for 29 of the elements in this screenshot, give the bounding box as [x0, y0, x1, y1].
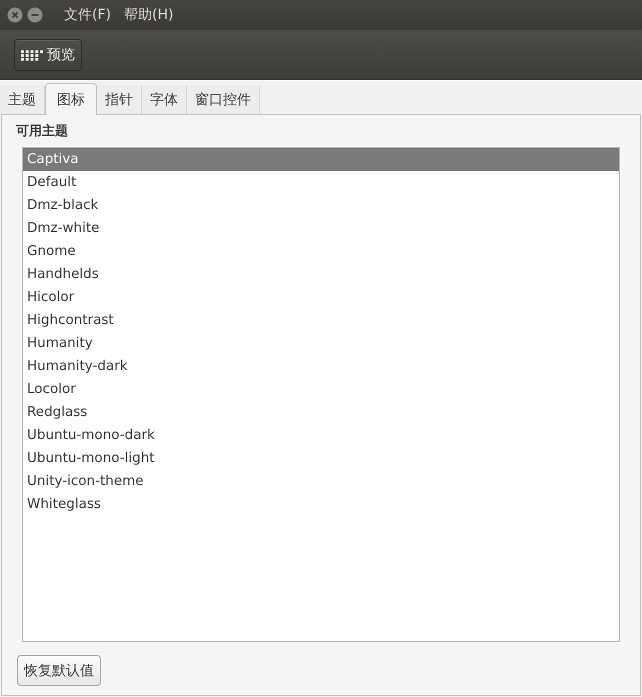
tab[interactable]: 指针	[97, 86, 142, 114]
theme-list-item[interactable]: Humanity	[23, 332, 619, 355]
theme-list-item[interactable]: Humanity-dark	[23, 355, 619, 378]
theme-list-item[interactable]: Ubuntu-mono-light	[23, 447, 619, 470]
theme-list-item[interactable]: Default	[23, 171, 619, 194]
theme-list-item[interactable]: Redglass	[23, 401, 619, 424]
minimize-button[interactable]	[27, 7, 43, 23]
theme-list-item[interactable]: Whiteglass	[23, 493, 619, 516]
reset-defaults-button[interactable]: 恢复默认值	[17, 655, 101, 686]
theme-list-item[interactable]: Captiva	[23, 148, 619, 171]
theme-list-item[interactable]: Ubuntu-mono-dark	[23, 424, 619, 447]
menu-item[interactable]: 文件(F)	[64, 6, 111, 24]
theme-list-item[interactable]: Dmz-black	[23, 194, 619, 217]
grid-icon	[21, 50, 43, 60]
tab[interactable]: 主题	[0, 86, 45, 114]
theme-list-item[interactable]: Unity-icon-theme	[23, 470, 619, 493]
menu-item[interactable]: 帮助(H)	[124, 6, 174, 24]
theme-list-item[interactable]: Hicolor	[23, 286, 619, 309]
tab[interactable]: 窗口控件	[187, 86, 260, 114]
theme-list-item[interactable]: Handhelds	[23, 263, 619, 286]
theme-list-item[interactable]: Dmz-white	[23, 217, 619, 240]
theme-list-item[interactable]: Highcontrast	[23, 309, 619, 332]
theme-list-item[interactable]: Gnome	[23, 240, 619, 263]
section-heading: 可用主题	[16, 123, 68, 140]
theme-list-item[interactable]: Locolor	[23, 378, 619, 401]
tab[interactable]: 字体	[142, 86, 187, 114]
tab[interactable]: 图标	[45, 83, 97, 115]
preview-button[interactable]: 预览	[14, 39, 82, 71]
close-button[interactable]	[7, 7, 23, 23]
